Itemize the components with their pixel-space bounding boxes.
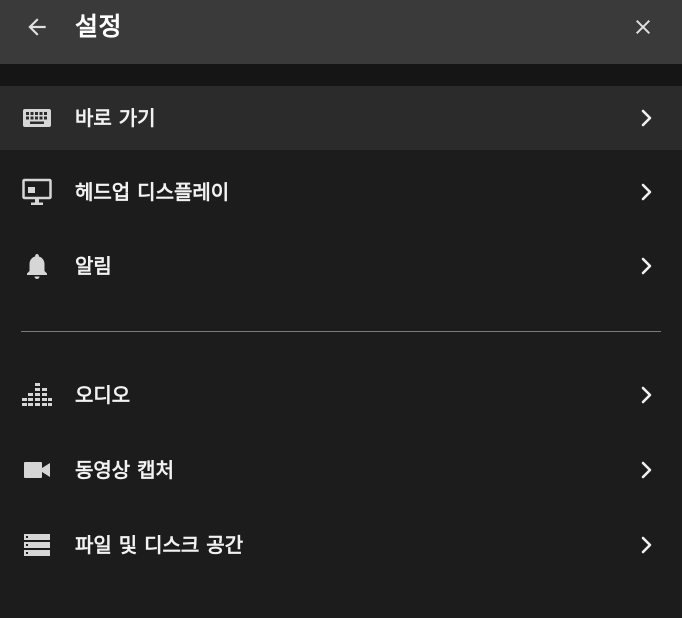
video-camera-icon <box>24 462 50 478</box>
menu-item-video-capture[interactable]: 동영상 캡처 <box>0 438 682 502</box>
audio-equalizer-icon <box>22 383 52 406</box>
menu-item-hud[interactable]: 헤드업 디스플레이 <box>0 160 682 224</box>
menu-item-shortcuts[interactable]: 바로 가기 <box>0 86 682 150</box>
back-button[interactable] <box>20 10 54 44</box>
storage-icon-wrap <box>20 528 54 562</box>
menu-item-notifications[interactable]: 알림 <box>0 234 682 298</box>
audio-equalizer-icon-wrap <box>20 378 54 412</box>
bell-icon-wrap <box>20 249 54 283</box>
section-divider <box>21 331 661 332</box>
chevron-right-icon <box>640 182 654 202</box>
menu-item-label: 알림 <box>75 254 112 278</box>
video-camera-icon-wrap <box>20 453 54 487</box>
keyboard-icon <box>23 109 51 127</box>
menu-item-label: 오디오 <box>75 383 131 407</box>
chevron-right-icon <box>640 256 654 276</box>
back-arrow-icon <box>28 18 46 36</box>
page-title: 설정 <box>75 12 123 41</box>
close-icon <box>636 20 650 34</box>
header-gap <box>0 64 682 86</box>
monitor-icon <box>22 178 52 205</box>
monitor-icon-wrap <box>20 175 54 209</box>
chevron-right-icon <box>640 460 654 480</box>
bell-icon <box>27 254 47 279</box>
storage-icon <box>24 534 50 556</box>
menu-item-storage[interactable]: 파일 및 디스크 공간 <box>0 513 682 577</box>
close-button[interactable] <box>626 10 660 44</box>
header-bar: 설정 <box>0 0 682 64</box>
menu-item-label: 동영상 캡처 <box>75 458 174 482</box>
menu-item-label: 파일 및 디스크 공간 <box>75 533 244 557</box>
chevron-right-icon <box>640 385 654 405</box>
keyboard-icon-wrap <box>20 101 54 135</box>
menu-item-label: 헤드업 디스플레이 <box>75 180 230 204</box>
menu-item-audio[interactable]: 오디오 <box>0 363 682 427</box>
chevron-right-icon <box>640 535 654 555</box>
chevron-right-icon <box>640 108 654 128</box>
settings-panel: 설정 바로 가기 헤드업 디스플레이 알림 오디오 동영상 캡처 파일 및 디스… <box>0 0 682 618</box>
menu-item-label: 바로 가기 <box>75 106 156 130</box>
